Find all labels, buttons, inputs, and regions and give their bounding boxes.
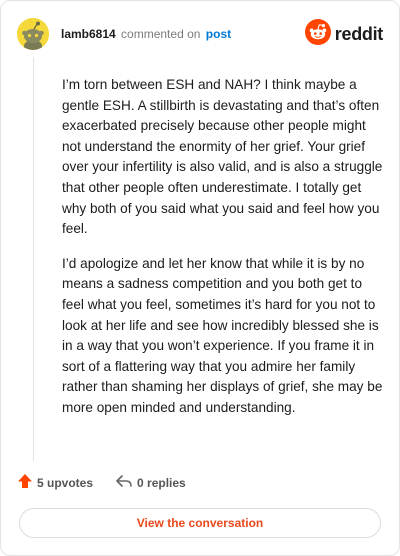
reply-count: 0 replies bbox=[137, 475, 186, 490]
reddit-wordmark: reddit bbox=[334, 23, 384, 44]
upvote-arrow-icon bbox=[17, 473, 33, 492]
user-avatar-icon[interactable] bbox=[17, 18, 49, 50]
view-conversation-button[interactable]: View the conversation bbox=[19, 508, 381, 538]
comment-header: lamb6814 commented on post bbox=[61, 27, 231, 41]
comment-actions: 5 upvotes 0 replies bbox=[17, 473, 186, 492]
replies-button[interactable]: 0 replies bbox=[115, 473, 186, 492]
upvote-button[interactable]: 5 upvotes bbox=[17, 473, 93, 492]
reddit-logo-icon bbox=[304, 18, 331, 50]
thread-line bbox=[33, 57, 34, 461]
commented-on-text: commented on bbox=[121, 27, 201, 41]
comment-paragraph: I’d apologize and let her know that whil… bbox=[62, 255, 383, 415]
comment-card: lamb6814 commented on post reddit I’m to… bbox=[0, 0, 400, 556]
reply-arrow-icon bbox=[115, 473, 133, 492]
username-link[interactable]: lamb6814 bbox=[61, 27, 116, 41]
comment-body: I’m torn between ESH and NAH? I think ma… bbox=[62, 75, 383, 433]
upvote-count: 5 upvotes bbox=[37, 475, 94, 490]
post-link[interactable]: post bbox=[206, 27, 231, 41]
reddit-brand[interactable]: reddit bbox=[304, 18, 384, 50]
comment-paragraph: I’m torn between ESH and NAH? I think ma… bbox=[62, 77, 383, 237]
